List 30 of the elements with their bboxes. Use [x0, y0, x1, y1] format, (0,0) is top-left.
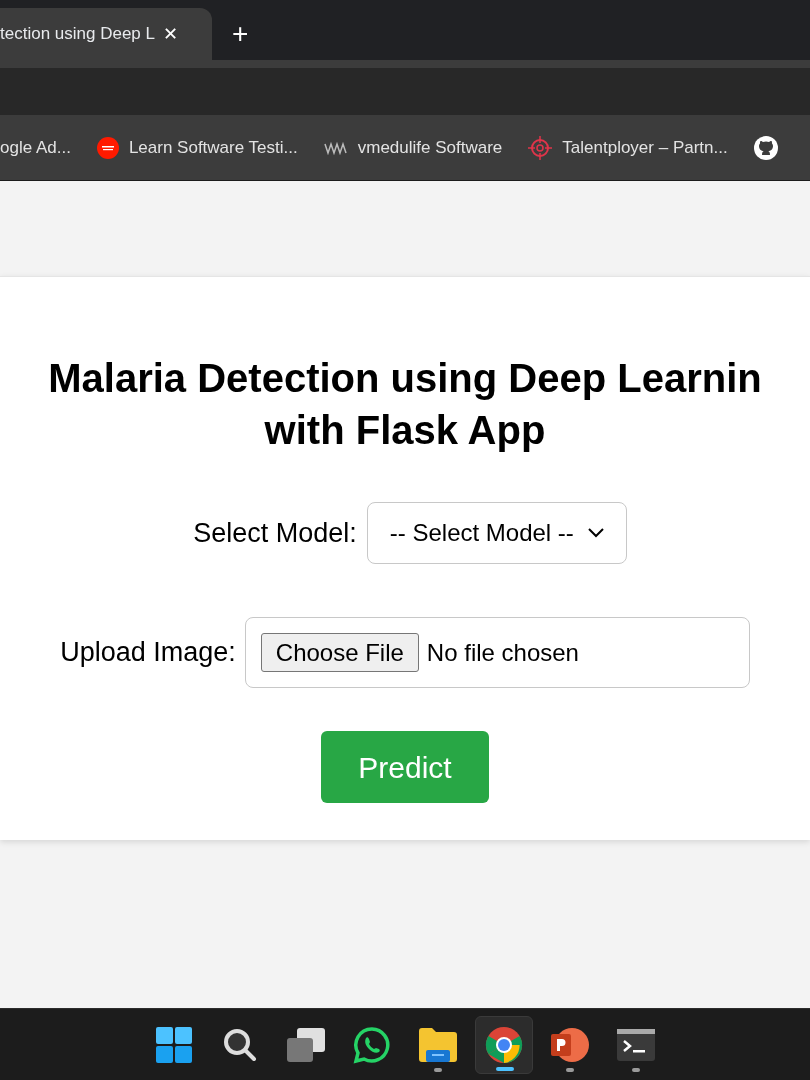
taskbar-button[interactable] [475, 1015, 533, 1074]
target-icon [528, 135, 553, 160]
badge-icon [96, 136, 119, 159]
task-view-icon[interactable] [287, 1027, 325, 1062]
bookmark[interactable]: Talentployer – Partn... [562, 134, 728, 161]
bookmark[interactable]: Learn Software Testi... [128, 134, 298, 161]
tab-title: tection using Deep L [0, 23, 155, 46]
page-title: with Flask App [264, 407, 546, 454]
wave-icon [323, 140, 348, 155]
folder-icon[interactable] [419, 1027, 457, 1062]
page-title: Malaria Detection using Deep Learnin [48, 355, 762, 402]
new-tab-button[interactable]: + [232, 20, 249, 48]
model-label: Select Model: [193, 516, 357, 550]
search-icon[interactable] [222, 1026, 258, 1063]
upload-label: Upload Image: [60, 636, 236, 670]
github-icon[interactable] [753, 135, 778, 160]
bookmark[interactable]: ogle Ad... [0, 134, 71, 161]
model-select[interactable]: -- Select Model -- [366, 502, 627, 564]
whatsapp-icon[interactable] [353, 1025, 391, 1064]
chrome-icon[interactable] [485, 1025, 523, 1064]
powerpoint-icon[interactable] [551, 1027, 589, 1062]
file-input[interactable]: Choose File No file chosen [244, 617, 750, 688]
windows-icon[interactable] [156, 1026, 192, 1063]
chevron-icon [587, 528, 604, 538]
file-status: No file chosen [426, 637, 579, 668]
terminal-icon[interactable] [617, 1028, 655, 1061]
bookmark[interactable]: vmedulife Software [357, 134, 503, 161]
choose-file-button[interactable]: Choose File [260, 633, 419, 672]
browser-tab[interactable]: tection using Deep L ✕ [0, 8, 212, 60]
close-icon[interactable]: ✕ [163, 20, 178, 48]
